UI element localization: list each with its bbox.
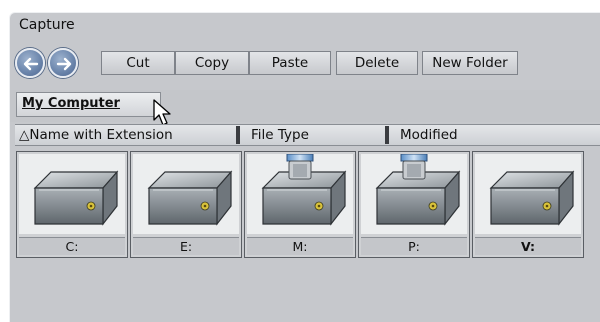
column-modified-label: Modified: [400, 127, 458, 143]
column-resize-handle[interactable]: [236, 126, 240, 144]
drive-label: V:: [475, 237, 581, 255]
sort-ascending-icon: △: [19, 127, 30, 143]
hard-drive-icon: [133, 154, 239, 234]
breadcrumb-label: My Computer: [22, 96, 120, 111]
forward-arrow-icon: [56, 57, 72, 71]
back-arrow-icon: [23, 57, 39, 71]
column-name[interactable]: △Name with Extension: [19, 125, 173, 145]
drive-item-p[interactable]: P:: [358, 151, 470, 258]
column-resize-handle[interactable]: [385, 126, 389, 144]
drive-label: E:: [133, 237, 239, 255]
hard-drive-icon: [475, 154, 581, 234]
cut-button[interactable]: Cut: [101, 51, 175, 75]
window-title: Capture: [19, 17, 75, 33]
column-header-bar: △Name with Extension File Type Modified: [15, 124, 600, 146]
usb-drive-icon: [361, 154, 467, 234]
drive-label: P:: [361, 237, 467, 255]
delete-button[interactable]: Delete: [336, 51, 418, 75]
drive-item-m[interactable]: M:: [244, 151, 356, 258]
new-folder-button[interactable]: New Folder: [422, 51, 518, 75]
drive-label: M:: [247, 237, 353, 255]
usb-drive-icon: [247, 154, 353, 234]
drive-label: C:: [19, 237, 125, 255]
capture-window: Capture Cut Copy Paste Delete New Folder…: [9, 12, 600, 322]
copy-button[interactable]: Copy: [175, 51, 249, 75]
back-button[interactable]: [15, 48, 45, 78]
column-file-type[interactable]: File Type: [251, 125, 309, 145]
forward-button[interactable]: [48, 48, 78, 78]
breadcrumb-my-computer[interactable]: My Computer: [16, 92, 161, 117]
paste-button[interactable]: Paste: [249, 51, 331, 75]
column-modified[interactable]: Modified: [400, 125, 458, 145]
drive-item-v[interactable]: V:: [472, 151, 584, 258]
drive-item-e[interactable]: E:: [130, 151, 242, 258]
drive-item-c[interactable]: C:: [16, 151, 128, 258]
column-file-type-label: File Type: [251, 127, 309, 143]
column-name-label: Name with Extension: [29, 127, 173, 143]
hard-drive-icon: [19, 154, 125, 234]
breadcrumb: My Computer: [10, 90, 600, 122]
